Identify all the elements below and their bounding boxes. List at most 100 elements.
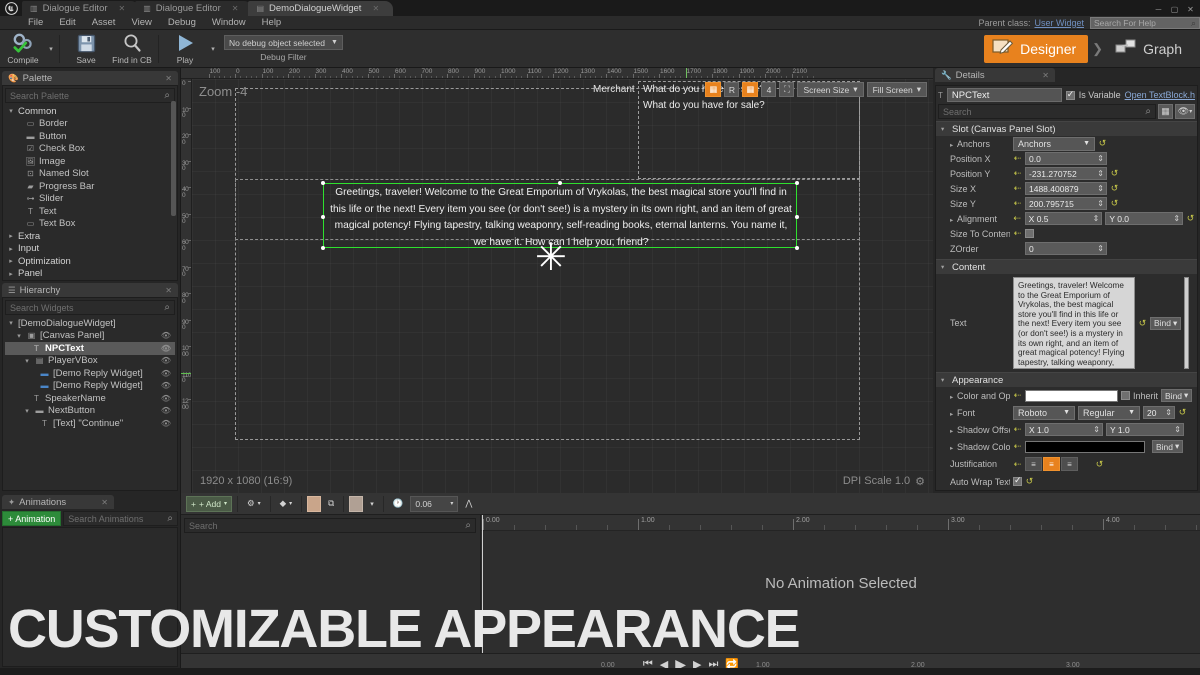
section-slot-header[interactable]: ▾ Slot (Canvas Panel Slot) <box>936 121 1197 136</box>
widget-reply-2[interactable]: What do you have for sale? <box>643 100 765 111</box>
resize-handle-tl[interactable] <box>321 181 325 185</box>
font-size-input[interactable]: 20 ⇕ <box>1143 406 1175 419</box>
save-button[interactable]: Save <box>63 30 109 68</box>
rotation-snap-button[interactable]: R <box>724 82 740 97</box>
spinner-icon[interactable]: ⇕ <box>1097 199 1104 208</box>
is-variable-checkbox[interactable] <box>1065 89 1075 100</box>
editor-tab-0[interactable]: ▥ Dialogue Editor ✕ <box>22 1 140 16</box>
reset-arrow-icon[interactable]: ↺ <box>1110 198 1119 209</box>
color-bind-button[interactable]: Bind ▾ <box>1161 389 1193 402</box>
section-appearance-header[interactable]: ▾ Appearance <box>936 372 1197 387</box>
menu-window[interactable]: Window <box>204 16 254 30</box>
chevron-right-icon[interactable]: ▸ <box>950 410 957 418</box>
text-value-textarea[interactable]: Greetings, traveler! Welcome to the Grea… <box>1013 277 1135 369</box>
palette-title-bar[interactable]: 🎨 Palette ✕ <box>2 71 178 85</box>
palette-item-text[interactable]: T Text <box>5 205 175 218</box>
editor-tab-1[interactable]: ▥ Dialogue Editor ✕ <box>135 1 253 16</box>
curve-editor-button[interactable]: ⋀ <box>461 496 476 512</box>
size-to-content-checkbox[interactable] <box>1025 229 1034 238</box>
spinner-icon[interactable]: ⇕ <box>1093 214 1100 223</box>
binding-pin-icon[interactable]: ⇠ <box>1013 424 1022 435</box>
visibility-eye-icon[interactable]: 👁 <box>161 344 175 353</box>
text-scrollbar[interactable] <box>1184 277 1190 369</box>
hierarchy-node-speakername[interactable]: T SpeakerName 👁 <box>5 392 175 405</box>
resize-handle-tr[interactable] <box>795 181 799 185</box>
screen-size-dropdown[interactable]: Screen Size ▾ <box>797 82 864 97</box>
details-title-bar[interactable]: 🔧 Details ✕ <box>935 68 1055 82</box>
close-icon[interactable]: ✕ <box>165 74 172 83</box>
shadow-offset-y-input[interactable]: Y 1.0 ⇕ <box>1106 423 1184 436</box>
time-unit-button[interactable]: 🕐 <box>389 496 408 512</box>
palette-item-progress-bar[interactable]: ▰ Progress Bar <box>5 180 175 193</box>
gear-icon[interactable]: ⚙ <box>915 475 925 488</box>
chevron-right-icon[interactable]: ▸ <box>950 216 957 224</box>
chevron-right-icon[interactable]: ▸ <box>950 141 957 149</box>
close-icon[interactable]: ✕ <box>1042 71 1049 80</box>
grid-size-button[interactable]: 4 <box>761 82 777 97</box>
inherit-checkbox[interactable] <box>1121 391 1130 400</box>
hierarchy-node-npctext[interactable]: T NPCText 👁 <box>5 342 175 355</box>
play-button[interactable]: Play <box>162 30 208 68</box>
add-track-button[interactable]: + + Add ▾ <box>186 495 232 512</box>
resize-handle-bl[interactable] <box>321 246 325 250</box>
close-icon[interactable]: ✕ <box>1183 2 1198 16</box>
playback-range-button[interactable] <box>349 495 364 512</box>
justify-center-button[interactable]: ≡ <box>1043 457 1060 471</box>
color-swatch[interactable] <box>1025 389 1118 402</box>
binding-pin-icon[interactable]: ⇠ <box>1013 459 1022 470</box>
close-icon[interactable]: ✕ <box>232 4 239 13</box>
spinner-icon[interactable]: ⇕ <box>1173 214 1180 223</box>
text-bind-button[interactable]: Bind ▾ <box>1150 316 1182 330</box>
close-icon[interactable]: ✕ <box>165 286 172 295</box>
hierarchy-node-playervbox[interactable]: ▾ ▤ PlayerVBox 👁 <box>5 355 175 368</box>
reset-arrow-icon[interactable]: ↺ <box>1110 168 1119 179</box>
alignment-y-input[interactable]: Y 0.0 ⇕ <box>1105 212 1184 225</box>
binding-pin-icon[interactable]: ⇠ <box>1013 213 1022 224</box>
resize-handle-br[interactable] <box>795 246 799 250</box>
palette-scrollbar[interactable] <box>171 101 176 216</box>
details-columns-button[interactable]: ▦ <box>1158 104 1173 119</box>
sequencer-search-input[interactable]: Search ⌕ <box>184 518 476 533</box>
binding-pin-icon[interactable]: ⇠ <box>1013 153 1022 164</box>
widget-name-input[interactable]: NPCText <box>946 88 1062 102</box>
justify-left-button[interactable]: ≡ <box>1025 457 1042 471</box>
palette-item-button[interactable]: ▬ Button <box>5 130 175 143</box>
play-dropdown-icon[interactable]: ▾ <box>208 30 218 68</box>
reset-arrow-icon[interactable]: ↺ <box>1186 213 1195 224</box>
menu-debug[interactable]: Debug <box>160 16 204 30</box>
reset-arrow-icon[interactable]: ↺ <box>1138 318 1147 329</box>
maximize-icon[interactable]: ▢ <box>1167 2 1182 16</box>
reset-arrow-icon[interactable]: ↺ <box>1110 183 1119 194</box>
hierarchy-node-root[interactable]: ▾ [DemoDialogueWidget] <box>5 317 175 330</box>
visibility-eye-icon[interactable]: 👁 <box>161 419 175 428</box>
shadow-offset-x-input[interactable]: X 1.0 ⇕ <box>1025 423 1103 436</box>
spinner-icon[interactable]: ⇕ <box>1174 425 1181 434</box>
compile-dropdown-icon[interactable]: ▾ <box>46 30 56 68</box>
reset-arrow-icon[interactable]: ↺ <box>1095 459 1104 470</box>
open-textblock-link[interactable]: Open TextBlock.h <box>1125 90 1195 100</box>
chevron-right-icon[interactable]: ▸ <box>950 427 957 435</box>
shadow-color-bind-button[interactable]: Bind ▾ <box>1152 440 1184 453</box>
section-content-header[interactable]: ▾ Content <box>936 259 1197 274</box>
zorder-input[interactable]: 0 ⇕ <box>1025 242 1107 255</box>
size-y-input[interactable]: 200.795715 ⇕ <box>1025 197 1107 210</box>
visibility-eye-icon[interactable]: 👁 <box>161 369 175 378</box>
binding-pin-icon[interactable]: ⇠ <box>1013 228 1022 239</box>
details-visibility-button[interactable]: 👁 ▾ <box>1175 104 1195 119</box>
key-interpolation-button[interactable]: ◆ ▾ <box>276 496 297 512</box>
binding-pin-icon[interactable]: ⇠ <box>1013 390 1022 401</box>
reset-arrow-icon[interactable]: ↺ <box>1178 407 1187 418</box>
binding-pin-icon[interactable]: ⇠ <box>1013 183 1022 194</box>
fill-screen-dropdown[interactable]: Fill Screen ▾ <box>866 82 927 97</box>
debug-object-select[interactable]: No debug object selected ▼ <box>224 35 343 50</box>
palette-item-border[interactable]: ▭ Border <box>5 118 175 131</box>
binding-pin-icon[interactable]: ⇠ <box>1013 198 1022 209</box>
palette-group-extra[interactable]: ▸ Extra <box>5 230 175 243</box>
editor-tab-2[interactable]: ▤ DemoDialogueWidget ✕ <box>248 1 394 16</box>
autokey-button[interactable] <box>307 495 322 512</box>
timeline-ruler[interactable]: 0.00 1.00 2.00 3.00 4.00 <box>481 515 1200 531</box>
binding-pin-icon[interactable]: ⇠ <box>1013 441 1022 452</box>
hierarchy-node-nextbutton[interactable]: ▾ ▬ NextButton 👁 <box>5 405 175 418</box>
snap-to-grid-button[interactable]: ▦ <box>705 82 722 97</box>
resize-handle-ml[interactable] <box>321 215 325 219</box>
